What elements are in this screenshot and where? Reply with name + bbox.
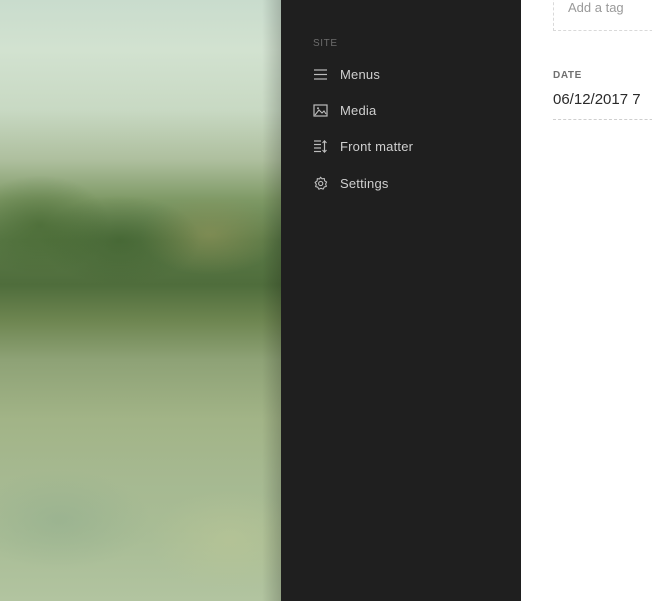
sidebar-item-label: Menus xyxy=(340,66,381,82)
date-label: DATE xyxy=(553,70,582,81)
post-settings-pane: DATE 06/12/2017 7 xyxy=(521,0,652,601)
sidebar-item-label: Front matter xyxy=(340,138,414,154)
tag-input[interactable] xyxy=(568,0,652,15)
sidebar-item-front-matter[interactable]: Front matter xyxy=(313,134,503,158)
sidebar-item-settings[interactable]: Settings xyxy=(313,171,503,195)
sidebar-item-label: Media xyxy=(340,102,377,118)
section-label-site: SITE xyxy=(313,38,338,49)
date-field[interactable]: 06/12/2017 7 xyxy=(553,90,652,120)
sort-list-icon xyxy=(313,139,328,154)
app-window: SITE Menus Media Front matter Settings A… xyxy=(0,0,652,601)
menu-lines-icon xyxy=(313,67,328,82)
site-sidebar: SITE Menus Media Front matter Settings xyxy=(281,0,521,601)
gear-icon xyxy=(313,176,328,191)
tags-field xyxy=(553,0,652,31)
sidebar-item-media[interactable]: Media xyxy=(313,98,503,122)
background-photo xyxy=(0,0,281,601)
sidebar-item-menus[interactable]: Menus xyxy=(313,62,503,86)
image-icon xyxy=(313,103,328,118)
background-shade xyxy=(262,0,281,601)
sidebar-item-label: Settings xyxy=(340,175,389,191)
date-value: 06/12/2017 7 xyxy=(553,91,641,108)
